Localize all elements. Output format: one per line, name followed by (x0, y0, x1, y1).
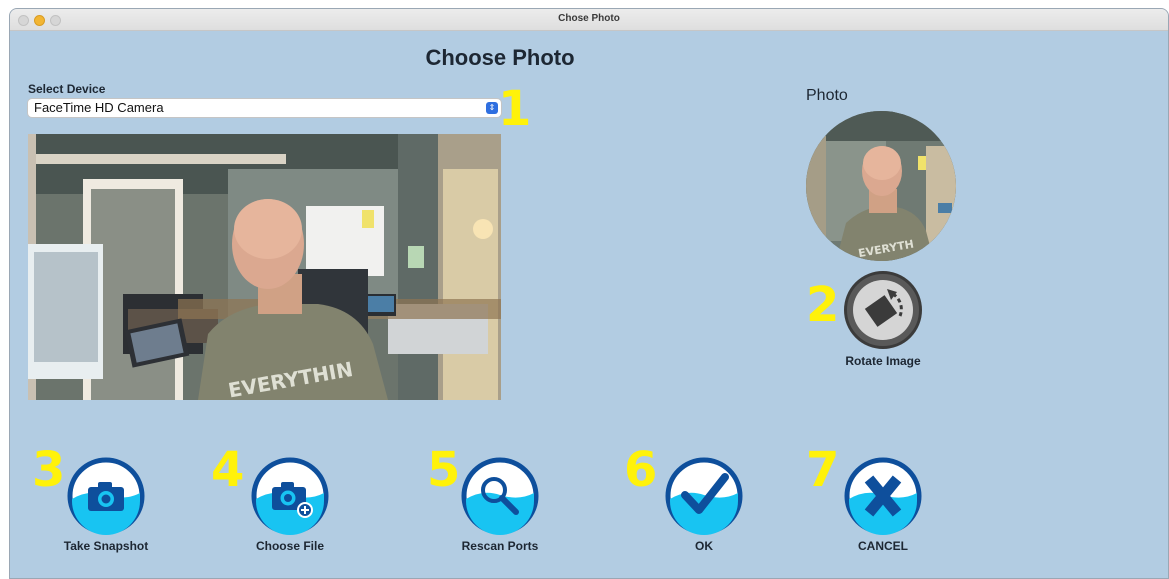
photo-image: EVERYTH (806, 111, 956, 261)
rotate-image-label: Rotate Image (845, 354, 921, 368)
callout-number-4: 4 (211, 442, 244, 498)
ok-button[interactable] (665, 457, 743, 535)
device-select-value: FaceTime HD Camera (34, 100, 164, 115)
title-bar: Chose Photo (10, 9, 1168, 31)
callout-number-6: 6 (624, 442, 657, 498)
device-select[interactable]: FaceTime HD Camera ⇕ (28, 99, 501, 117)
page-title: Choose Photo (425, 45, 575, 70)
callout-number-3: 3 (32, 442, 65, 498)
cancel-button[interactable] (844, 457, 922, 535)
rotate-icon (853, 280, 913, 340)
take-snapshot-label: Take Snapshot (63, 539, 149, 553)
callout-number-5: 5 (427, 442, 460, 498)
rotate-image-button[interactable] (844, 271, 922, 349)
choose-file-label: Choose File (255, 539, 324, 553)
ok-label: OK (695, 539, 713, 553)
choose-file-button[interactable] (251, 457, 329, 535)
cancel-label: CANCEL (858, 539, 908, 553)
select-device-label: Select Device (28, 82, 106, 96)
rescan-ports-button[interactable] (461, 457, 539, 535)
camera-preview: EVERYTHIN (28, 134, 501, 400)
camera-feed-image: EVERYTHIN (28, 134, 501, 400)
photo-label: Photo (806, 87, 848, 104)
take-snapshot-button[interactable] (67, 457, 145, 535)
callout-number-7: 7 (806, 442, 839, 498)
photo-preview: EVERYTH (806, 111, 956, 261)
choose-photo-window: Chose Photo Choose Photo Select Device F… (9, 8, 1169, 579)
window-title: Chose Photo (558, 13, 620, 24)
callout-number-2: 2 (806, 277, 839, 333)
chevron-updown-icon: ⇕ (486, 102, 498, 114)
rescan-ports-label: Rescan Ports (461, 539, 539, 553)
callout-number-1: 1 (498, 81, 531, 137)
